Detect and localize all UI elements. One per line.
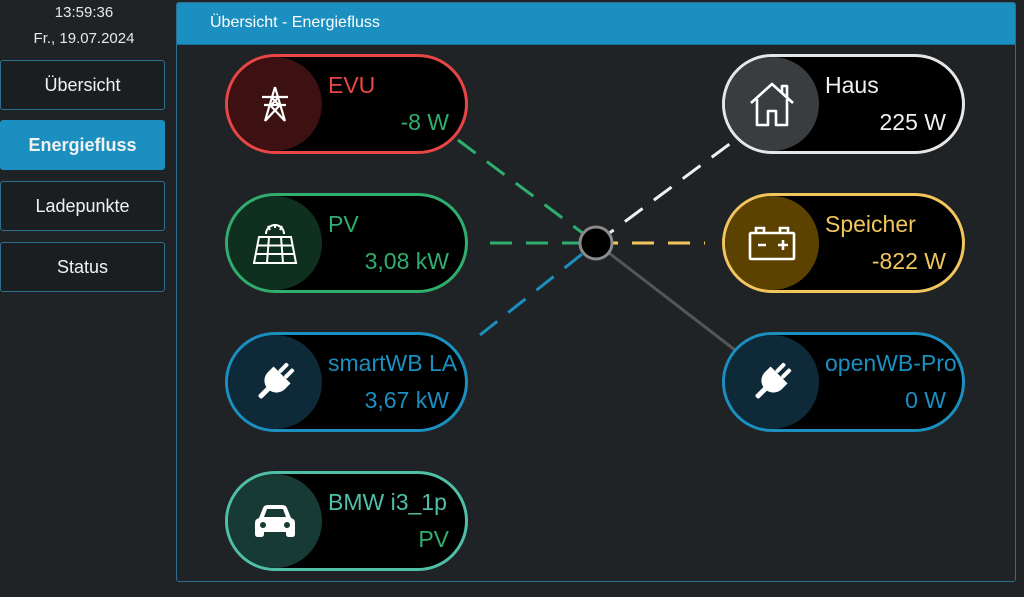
battery-icon [725, 196, 819, 290]
power-tower-icon [228, 57, 322, 151]
node-car-bmw[interactable]: BMW i3_1p PV [225, 471, 468, 571]
node-house-value: 225 W [879, 109, 946, 135]
plug-icon [725, 335, 819, 429]
node-car-bmw-name: BMW i3_1p [328, 489, 447, 515]
node-charger-smartwb-value: 3,67 kW [364, 387, 449, 413]
node-charger-smartwb-name: smartWB LA [328, 350, 458, 376]
node-car-bmw-value: PV [418, 526, 449, 552]
house-icon [725, 57, 819, 151]
node-battery-value: -822 W [871, 248, 946, 274]
flow-hub [578, 225, 614, 261]
node-house-name: Haus [825, 72, 879, 98]
car-icon [228, 474, 322, 568]
plug-icon [228, 335, 322, 429]
node-evu-value: -8 W [400, 109, 449, 135]
flow-line-charger2 [595, 241, 736, 352]
node-evu-name: EVU [328, 72, 376, 98]
node-battery-name: Speicher [825, 211, 916, 237]
flow-line-evu [457, 138, 597, 245]
node-pv[interactable]: PV 3,08 kW [225, 193, 468, 293]
node-charger-openwb[interactable]: openWB-Pro 0 W [722, 332, 965, 432]
node-pv-value: 3,08 kW [364, 248, 449, 274]
node-pv-name: PV [328, 211, 359, 237]
node-battery[interactable]: Speicher -822 W [722, 193, 965, 293]
node-charger-smartwb[interactable]: smartWB LA 3,67 kW [225, 332, 468, 432]
node-evu[interactable]: EVU -8 W [225, 54, 468, 154]
node-charger-openwb-name: openWB-Pro [825, 350, 957, 376]
flow-line-charger1 [479, 241, 597, 337]
node-house[interactable]: Haus 225 W [722, 54, 965, 154]
node-charger-openwb-value: 0 W [905, 387, 946, 413]
flow-line-house [595, 138, 736, 245]
solar-panel-icon [228, 196, 322, 290]
